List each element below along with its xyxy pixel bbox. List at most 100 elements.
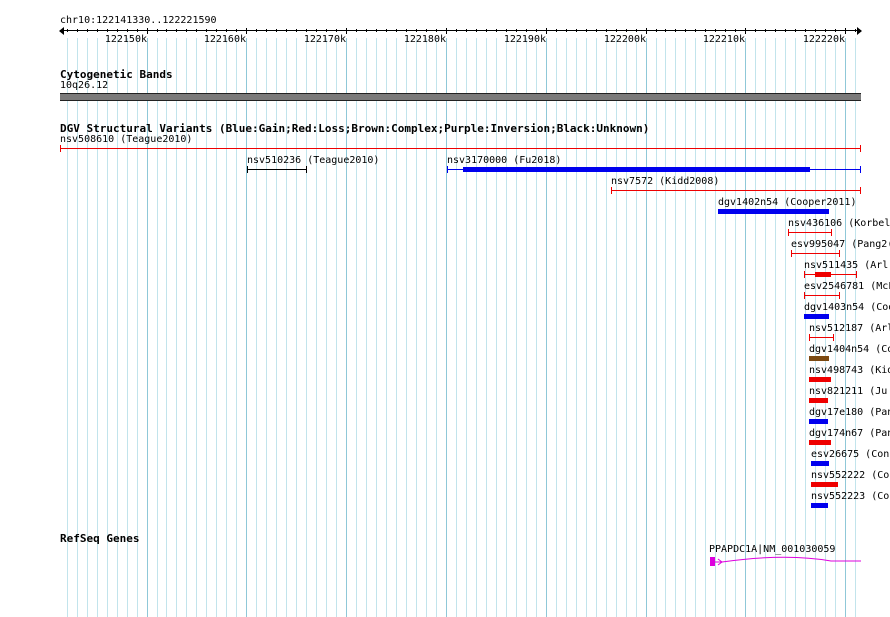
ruler-minor-tick bbox=[775, 29, 776, 32]
variant-gain[interactable] bbox=[718, 208, 829, 215]
refseq-track-title[interactable]: RefSeq Genes bbox=[60, 532, 139, 545]
variant-loss[interactable] bbox=[809, 334, 834, 341]
variant-bar bbox=[811, 503, 828, 508]
gene-intron-line bbox=[714, 556, 861, 563]
ruler-minor-tick bbox=[765, 29, 766, 32]
variant-end-cap bbox=[804, 292, 805, 299]
ruler-minor-tick bbox=[87, 29, 88, 32]
variant-gain[interactable] bbox=[811, 502, 828, 509]
variant-end-cap bbox=[247, 166, 248, 173]
variant-gain[interactable] bbox=[804, 313, 829, 320]
variant-end-cap bbox=[839, 292, 840, 299]
ruler-minor-tick bbox=[506, 29, 507, 32]
variant-line bbox=[247, 169, 307, 170]
ruler-minor-tick bbox=[695, 29, 696, 32]
ruler-tick-label: 122150k bbox=[104, 34, 147, 45]
ruler-major-tick bbox=[646, 28, 647, 34]
variant-end-cap bbox=[860, 145, 861, 152]
ruler-minor-tick bbox=[466, 29, 467, 32]
ruler-minor-tick bbox=[117, 29, 118, 32]
ruler-minor-tick bbox=[236, 29, 237, 32]
ruler-minor-tick bbox=[626, 29, 627, 32]
ruler-minor-tick bbox=[755, 29, 756, 32]
variant-end-cap bbox=[804, 271, 805, 278]
ruler-major-tick bbox=[745, 28, 746, 34]
ruler-minor-tick bbox=[735, 29, 736, 32]
ruler-major-tick bbox=[246, 28, 247, 34]
variant-loss[interactable] bbox=[809, 397, 828, 404]
ruler-minor-tick bbox=[336, 29, 337, 32]
ruler-minor-tick bbox=[206, 29, 207, 32]
ruler-minor-tick bbox=[416, 29, 417, 32]
variant-end-cap bbox=[860, 166, 861, 173]
ruler-minor-tick bbox=[705, 29, 706, 32]
ruler-minor-tick bbox=[107, 29, 108, 32]
ruler-minor-tick bbox=[606, 29, 607, 32]
variant-bar bbox=[809, 419, 828, 424]
variant-loss[interactable] bbox=[804, 271, 857, 278]
variant-thick-segment bbox=[815, 272, 831, 277]
ruler-minor-tick bbox=[286, 29, 287, 32]
ruler-minor-tick bbox=[256, 29, 257, 32]
variant-complex[interactable] bbox=[809, 355, 829, 362]
ruler-minor-tick bbox=[656, 29, 657, 32]
variant-bar bbox=[809, 356, 829, 361]
ruler-minor-tick bbox=[566, 29, 567, 32]
variant-end-cap bbox=[831, 229, 832, 236]
variant-gain[interactable] bbox=[811, 460, 829, 467]
variant-loss[interactable] bbox=[809, 376, 831, 383]
ruler-minor-tick bbox=[77, 29, 78, 32]
variant-loss[interactable] bbox=[791, 250, 840, 257]
ruler-major-tick bbox=[147, 28, 148, 34]
variant-gain[interactable] bbox=[809, 418, 828, 425]
variant-unknown[interactable] bbox=[247, 166, 307, 173]
ruler-tick-label: 122170k bbox=[303, 34, 346, 45]
variant-line bbox=[788, 232, 832, 233]
ruler-minor-tick bbox=[586, 29, 587, 32]
ruler-minor-tick bbox=[386, 29, 387, 32]
ruler-minor-tick bbox=[815, 29, 816, 32]
ruler-minor-tick bbox=[596, 29, 597, 32]
ruler-arrow-left bbox=[59, 27, 64, 35]
ruler-minor-tick bbox=[456, 29, 457, 32]
ruler-minor-tick bbox=[536, 29, 537, 32]
ruler-tick-label: 122180k bbox=[403, 34, 446, 45]
variant-end-cap bbox=[809, 334, 810, 341]
ruler-minor-tick bbox=[176, 29, 177, 32]
ruler-minor-tick bbox=[616, 29, 617, 32]
ruler-minor-tick bbox=[196, 29, 197, 32]
variant-loss[interactable] bbox=[811, 481, 838, 488]
variant-bar bbox=[809, 398, 828, 403]
ruler-minor-tick bbox=[576, 29, 577, 32]
ruler-minor-tick bbox=[715, 29, 716, 32]
ruler-minor-tick bbox=[516, 29, 517, 32]
variant-loss[interactable] bbox=[809, 439, 831, 446]
ruler-tick-label: 122160k bbox=[203, 34, 246, 45]
ruler-minor-tick bbox=[785, 29, 786, 32]
gene-model[interactable] bbox=[710, 555, 863, 569]
cytoband-bar[interactable] bbox=[60, 93, 861, 101]
ruler-tick-label: 122210k bbox=[702, 34, 745, 45]
ruler-minor-tick bbox=[825, 29, 826, 32]
ruler-minor-tick bbox=[157, 29, 158, 32]
ruler-minor-tick bbox=[67, 29, 68, 32]
gene-exon bbox=[710, 557, 715, 566]
ruler-minor-tick bbox=[426, 29, 427, 32]
variant-loss[interactable] bbox=[788, 229, 832, 236]
variant-loss[interactable] bbox=[804, 292, 840, 299]
variant-end-cap bbox=[60, 145, 61, 152]
variant-line bbox=[791, 253, 840, 254]
ruler-arrow-right bbox=[857, 27, 862, 35]
variant-gain[interactable] bbox=[447, 166, 861, 173]
ruler-minor-tick bbox=[476, 29, 477, 32]
ruler-minor-tick bbox=[496, 29, 497, 32]
ruler-minor-tick bbox=[316, 29, 317, 32]
ruler-minor-tick bbox=[326, 29, 327, 32]
ruler-minor-tick bbox=[276, 29, 277, 32]
variant-line bbox=[804, 295, 840, 296]
variant-loss[interactable] bbox=[60, 145, 861, 152]
variant-loss[interactable] bbox=[611, 187, 861, 194]
variant-bar bbox=[809, 440, 831, 445]
ruler-minor-tick bbox=[306, 29, 307, 32]
variant-line bbox=[809, 337, 834, 338]
